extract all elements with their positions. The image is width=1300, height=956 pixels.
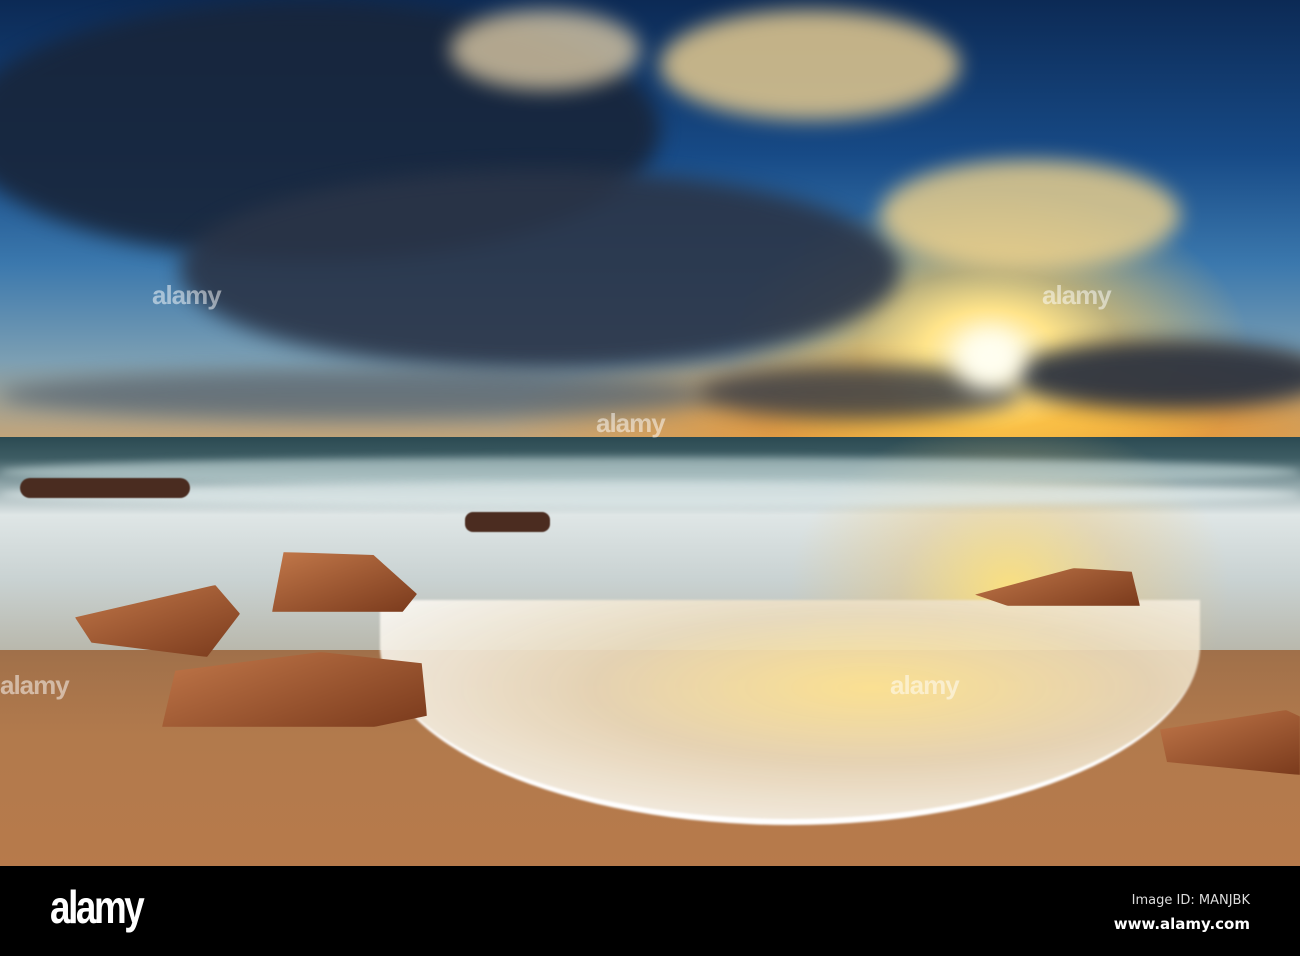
site-url: www.alamy.com xyxy=(1113,915,1250,933)
rock xyxy=(465,512,550,532)
footer-bar xyxy=(0,866,1300,956)
watermark: alamy xyxy=(1042,280,1112,310)
alamy-logo: alamy xyxy=(50,881,145,933)
watermark: alamy xyxy=(890,670,960,700)
rock xyxy=(20,478,190,498)
cloud xyxy=(450,10,640,90)
watermark: alamy xyxy=(596,408,666,438)
sky xyxy=(0,0,1300,440)
beach-sunrise-photo: alamy alamy alamy alamy alamy xyxy=(0,0,1300,866)
image-id: Image ID: MANJBK xyxy=(1131,893,1250,908)
watermark: alamy xyxy=(152,280,222,310)
wave-crest xyxy=(0,482,1300,507)
cloud xyxy=(180,170,900,370)
cloud xyxy=(660,10,960,120)
watermark: alamy xyxy=(0,670,70,700)
cloud xyxy=(1010,340,1300,410)
sun xyxy=(955,330,1025,390)
cloud xyxy=(880,160,1180,270)
